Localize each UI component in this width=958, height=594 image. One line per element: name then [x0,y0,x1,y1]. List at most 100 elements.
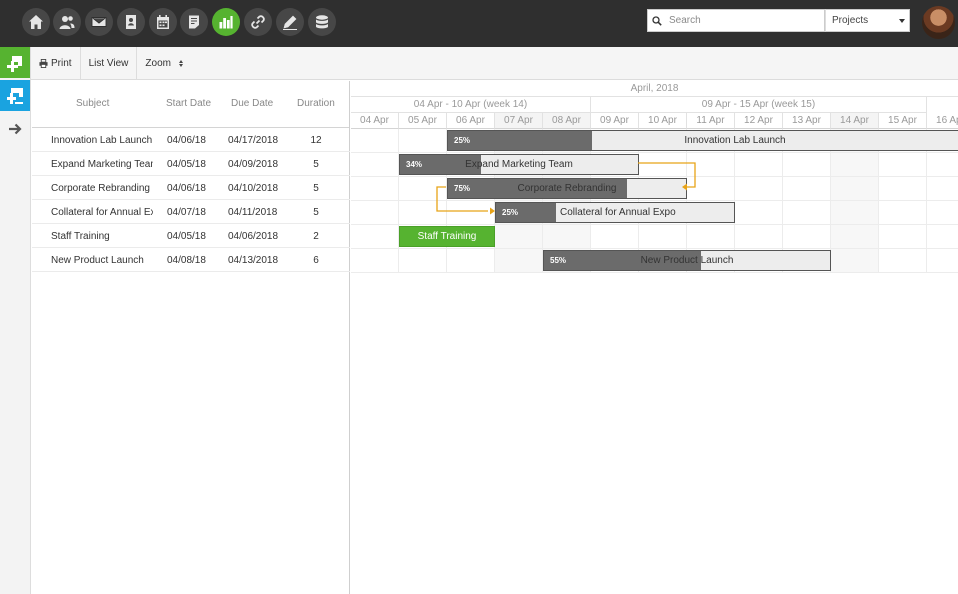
cell-subject: New Product Launch [51,255,144,266]
chart-icon[interactable] [212,8,240,36]
table-row[interactable]: New Product Launch 04/08/18 04/13/2018 6 [32,248,350,272]
timeline-row-line [351,248,958,249]
print-button[interactable]: Print [31,46,81,80]
timeline-row-line [351,272,958,273]
column-header-subject[interactable]: Subject [76,98,109,109]
gantt-bar-label: New Product Launch [640,255,734,266]
cell-subject: Collateral for Annual Expo [51,207,153,218]
grid-header: Subject Start Date Due Date Duration [32,81,349,128]
gantt-bar-label: Expand Marketing Team [465,159,573,170]
task-grid: Subject Start Date Due Date Duration Inn… [32,81,350,594]
list-view-button[interactable]: List View [81,46,138,80]
contacts-icon[interactable] [53,8,81,36]
table-row[interactable]: Expand Marketing Team 04/05/18 04/09/2018 5 [32,152,350,176]
timeline-day-header: 09 Apr [591,113,639,129]
timeline-day-header: 06 Apr [447,113,495,129]
timeline-day-column [399,129,447,273]
search-input[interactable] [666,10,816,31]
cell-duration: 12 [310,135,322,146]
table-row[interactable]: Staff Training 04/05/18 04/06/2018 2 [32,224,350,248]
top-navigation-bar: Projects [0,0,958,47]
gantt-bar[interactable]: 55% New Product Launch [543,250,831,271]
column-header-due-date[interactable]: Due Date [231,98,273,109]
arrow-right-icon [9,123,22,134]
table-row[interactable]: Collateral for Annual Expo 04/07/18 04/11/… [32,200,350,224]
cell-start-date: 04/06/18 [167,135,206,146]
cell-subject: Innovation Lab Launch [51,135,153,146]
gantt-timeline: April, 2018 04 Apr - 10 Apr (week 14) 09… [351,81,958,594]
search-scope-value: Projects [832,15,869,26]
cell-due-date: 04/10/2018 [228,183,279,194]
timeline-week-14: 04 Apr - 10 Apr (week 14) [351,97,591,113]
cell-start-date: 04/07/18 [167,207,206,218]
cell-start-date: 04/05/18 [167,159,206,170]
pen-icon[interactable] [276,8,304,36]
timeline-row-line [351,152,958,153]
timeline-day-header: 10 Apr [639,113,687,129]
gantt-bar-label: Innovation Lab Launch [684,135,786,146]
cell-subject: Expand Marketing Team [51,159,153,170]
print-label: Print [51,57,72,69]
home-icon[interactable] [22,8,50,36]
cell-due-date: 04/11/2018 [228,207,278,218]
gantt-bar-label: Corporate Rebranding [517,183,617,194]
timeline-day-column [351,129,399,273]
cell-start-date: 04/06/18 [167,183,206,194]
list-view-label: List View [88,57,129,69]
left-sidebar [0,47,31,594]
printer-icon [39,58,48,68]
cell-due-date: 04/09/2018 [228,159,279,170]
cell-due-date: 04/13/2018 [228,255,279,266]
mail-icon[interactable] [85,8,113,36]
search-scope-select[interactable]: Projects [825,9,910,32]
sort-arrows-icon [178,59,183,67]
calendar-icon[interactable] [149,8,177,36]
gantt-bar[interactable]: 25% Innovation Lab Launch [447,130,958,151]
gantt-bar-percent: 25% [502,208,519,217]
column-header-start-date[interactable]: Start Date [166,98,211,109]
search-icon [648,9,666,32]
expand-sidebar-button[interactable] [0,113,30,144]
database-icon[interactable] [308,8,336,36]
gantt-bar[interactable]: 25% Collateral for Annual Expo [495,202,735,223]
link-icon[interactable] [244,8,272,36]
gantt-bar-label: Staff Training [417,231,477,242]
cell-start-date: 04/05/18 [167,231,206,242]
cell-due-date: 04/06/2018 [228,231,279,242]
cell-duration: 5 [313,159,319,170]
timeline-row-line [351,200,958,201]
gantt-bar[interactable]: Staff Training [399,226,495,247]
timeline-day-header: 12 Apr [735,113,783,129]
timeline-week-15: 09 Apr - 15 Apr (week 15) [591,97,927,113]
timeline-day-header: 08 Apr [543,113,591,129]
column-header-duration[interactable]: Duration [297,98,335,109]
table-row[interactable]: Corporate Rebranding 04/06/18 04/10/2018 5 [32,176,350,200]
avatar[interactable] [922,6,955,39]
timeline-day-header: 07 Apr [495,113,543,129]
cell-start-date: 04/08/18 [167,255,206,266]
gantt-bar-label: Collateral for Annual Expo [560,207,676,218]
cell-subject: Staff Training [51,231,110,242]
add-task-button[interactable] [0,47,30,78]
search-box [647,9,825,32]
zoom-select[interactable]: Zoom [137,47,191,80]
cell-duration: 2 [313,231,319,242]
gantt-view-button[interactable] [0,80,30,111]
chevron-down-icon [899,19,905,23]
timeline-day-header: 13 Apr [783,113,831,129]
gantt-bar[interactable]: 75% Corporate Rebranding [447,178,687,199]
address-book-icon[interactable] [117,8,145,36]
gantt-toolbar: Print List View Zoom [31,46,958,80]
gantt-bar[interactable]: 34% Expand Marketing Team [399,154,639,175]
cell-duration: 6 [313,255,319,266]
timeline-day-header: 11 Apr [687,113,735,129]
timeline-row-line [351,224,958,225]
notes-icon[interactable] [180,8,208,36]
table-row[interactable]: Innovation Lab Launch 04/06/18 04/17/2018 1… [32,128,350,152]
zoom-label: Zoom [145,57,171,69]
timeline-row-line [351,176,958,177]
cell-subject: Corporate Rebranding [51,183,150,194]
cell-duration: 5 [313,183,319,194]
timeline-month: April, 2018 [351,81,958,97]
timeline-day-header: 14 Apr [831,113,879,129]
